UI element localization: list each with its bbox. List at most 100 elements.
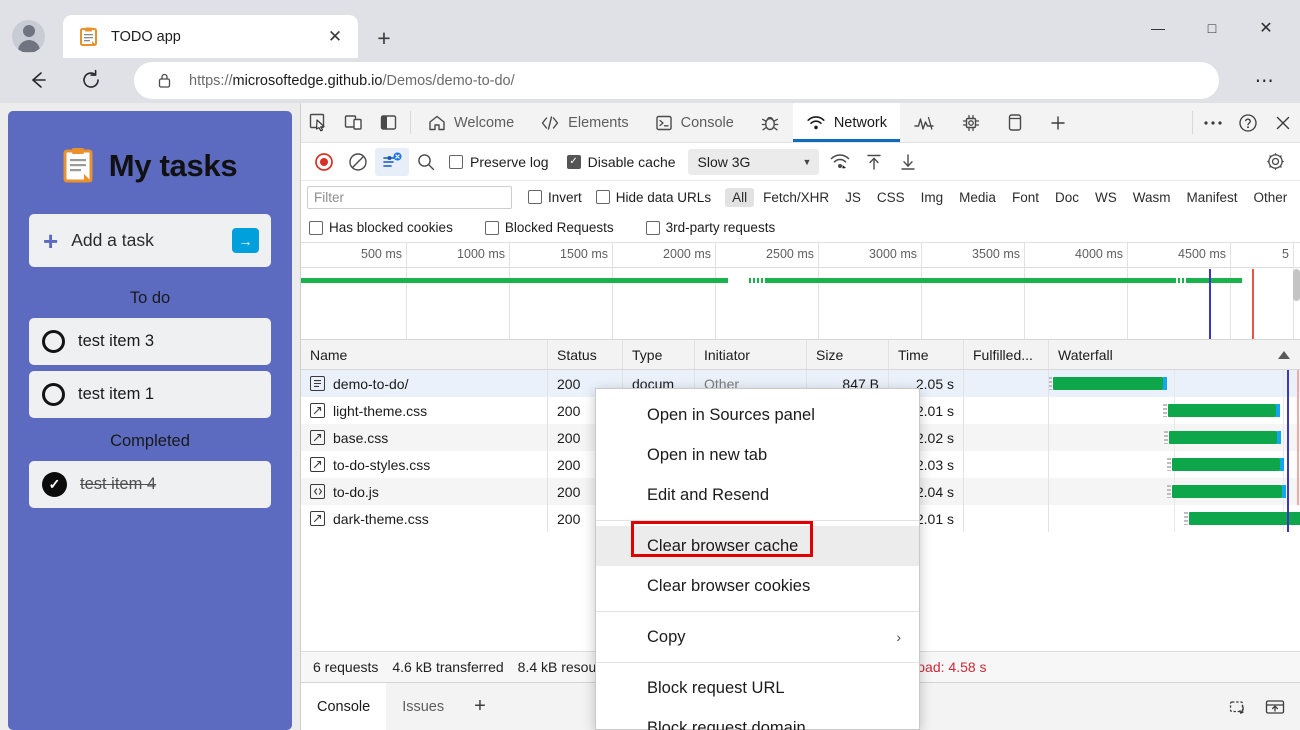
menu-item-clear-browser-cache[interactable]: Clear browser cache xyxy=(596,526,919,566)
overview-tick: 500 ms xyxy=(406,243,407,340)
checkbox-box[interactable] xyxy=(485,221,499,235)
column-header-size[interactable]: Size xyxy=(807,340,889,369)
type-filter-font[interactable]: Font xyxy=(1005,188,1046,207)
column-header-name[interactable]: Name xyxy=(301,340,548,369)
tab-application[interactable] xyxy=(994,103,1036,142)
browser-more-button[interactable]: ⋯ xyxy=(1248,66,1282,96)
tab-debugger[interactable] xyxy=(747,103,793,142)
add-task-row[interactable]: + Add a task → xyxy=(29,214,271,267)
checkbox-box[interactable] xyxy=(646,221,660,235)
disable-cache-checkbox[interactable]: ✓ Disable cache xyxy=(567,154,676,170)
preserve-log-checkbox[interactable]: Preserve log xyxy=(449,154,549,170)
window-maximize-button[interactable]: □ xyxy=(1190,13,1234,43)
third-party-requests-checkbox[interactable]: 3rd-party requests xyxy=(646,220,776,235)
address-bar[interactable]: https://microsoftedge.github.io/Demos/de… xyxy=(134,62,1219,99)
type-filter-other[interactable]: Other xyxy=(1247,188,1295,207)
type-filter-fetch-xhr[interactable]: Fetch/XHR xyxy=(756,188,836,207)
tab-elements[interactable]: Elements xyxy=(527,103,641,142)
tab-close-button[interactable]: ✕ xyxy=(322,24,348,50)
overview-scrollbar[interactable] xyxy=(1293,269,1300,301)
column-header-time[interactable]: Time xyxy=(889,340,964,369)
gear-icon[interactable] xyxy=(1258,148,1292,176)
menu-item-block-request-domain[interactable]: Block request domain xyxy=(596,708,919,730)
type-filter-doc[interactable]: Doc xyxy=(1048,188,1086,207)
type-filter-css[interactable]: CSS xyxy=(870,188,912,207)
type-filter-media[interactable]: Media xyxy=(952,188,1003,207)
filter-input[interactable]: Filter xyxy=(307,186,512,209)
menu-item-block-request-url[interactable]: Block request URL xyxy=(596,668,919,708)
device-toggle-icon[interactable] xyxy=(336,103,371,142)
task-checkbox-unchecked-icon[interactable] xyxy=(42,330,65,353)
import-har-icon[interactable] xyxy=(857,148,891,176)
request-name: to-do.js xyxy=(333,484,379,500)
menu-item-open-in-new-tab[interactable]: Open in new tab xyxy=(596,435,919,475)
window-close-button[interactable]: ✕ xyxy=(1244,13,1288,43)
window-minimize-button[interactable]: — xyxy=(1136,13,1180,43)
drawer-add-tab-button[interactable]: + xyxy=(460,683,500,730)
column-header-status[interactable]: Status xyxy=(548,340,623,369)
help-icon[interactable] xyxy=(1230,103,1265,142)
checkbox-box[interactable] xyxy=(528,190,542,204)
close-devtools-icon[interactable] xyxy=(1265,103,1300,142)
add-task-input[interactable]: Add a task xyxy=(71,230,232,251)
reload-button[interactable] xyxy=(73,62,109,98)
dock-bottom-icon[interactable] xyxy=(1260,692,1290,722)
add-task-submit-button[interactable]: → xyxy=(232,228,259,253)
menu-item-clear-browser-cookies[interactable]: Clear browser cookies xyxy=(596,566,919,606)
invert-checkbox[interactable]: Invert xyxy=(528,190,582,205)
screenshot-icon[interactable] xyxy=(1224,692,1254,722)
column-header-waterfall[interactable]: Waterfall xyxy=(1049,340,1300,369)
has-blocked-cookies-checkbox[interactable]: Has blocked cookies xyxy=(309,220,453,235)
checkbox-box[interactable]: ✓ xyxy=(567,155,581,169)
dock-side-icon[interactable] xyxy=(371,103,406,142)
column-header-initiator[interactable]: Initiator xyxy=(695,340,807,369)
cell-fulfilled xyxy=(964,397,1049,424)
profile-avatar[interactable] xyxy=(12,20,45,53)
task-checkbox-unchecked-icon[interactable] xyxy=(42,383,65,406)
throttling-dropdown[interactable]: Slow 3G ▼ xyxy=(688,149,820,175)
menu-item-open-in-sources-panel[interactable]: Open in Sources panel xyxy=(596,395,919,435)
type-filter-all[interactable]: All xyxy=(725,188,754,207)
hide-data-urls-checkbox[interactable]: Hide data URLs xyxy=(596,190,711,205)
browser-tab[interactable]: TODO app ✕ xyxy=(63,15,358,58)
blocked-requests-checkbox[interactable]: Blocked Requests xyxy=(485,220,614,235)
network-conditions-icon[interactable] xyxy=(823,148,857,176)
menu-item-edit-and-resend[interactable]: Edit and Resend xyxy=(596,475,919,515)
inspect-icon[interactable] xyxy=(301,103,336,142)
clear-button[interactable] xyxy=(341,148,375,176)
checkbox-box[interactable] xyxy=(596,190,610,204)
back-button[interactable] xyxy=(20,62,56,98)
record-button[interactable] xyxy=(307,148,341,176)
tab-performance[interactable] xyxy=(900,103,948,142)
more-options-icon[interactable] xyxy=(1195,103,1230,142)
type-filter-manifest[interactable]: Manifest xyxy=(1179,188,1244,207)
type-filter-img[interactable]: Img xyxy=(914,188,951,207)
stylesheet-icon xyxy=(310,430,325,445)
task-item[interactable]: test item 1 xyxy=(29,371,271,418)
filter-toggle-button[interactable] xyxy=(375,148,409,176)
checkbox-box[interactable] xyxy=(449,155,463,169)
more-tabs-plus-icon[interactable] xyxy=(1036,103,1080,142)
checkbox-box[interactable] xyxy=(309,221,323,235)
network-overview-timeline[interactable]: 500 ms 1000 ms 1500 ms 2000 ms 2500 ms 3… xyxy=(301,243,1300,340)
drawer-tab-console[interactable]: Console xyxy=(301,683,386,730)
type-filter-js[interactable]: JS xyxy=(838,188,868,207)
menu-item-copy[interactable]: Copy › xyxy=(596,617,919,657)
type-filter-wasm[interactable]: Wasm xyxy=(1126,188,1178,207)
drawer-tab-issues[interactable]: Issues xyxy=(386,683,460,730)
search-button[interactable] xyxy=(409,148,443,176)
sort-ascending-icon[interactable] xyxy=(1278,351,1290,359)
export-har-icon[interactable] xyxy=(891,148,925,176)
task-item-completed[interactable]: ✓ test item 4 xyxy=(29,461,271,508)
task-checkbox-checked-icon[interactable]: ✓ xyxy=(42,472,67,497)
column-header-type[interactable]: Type xyxy=(623,340,695,369)
tab-welcome[interactable]: Welcome xyxy=(415,103,527,142)
new-tab-button[interactable]: + xyxy=(369,23,399,53)
context-menu[interactable]: Open in Sources panel Open in new tab Ed… xyxy=(595,388,920,730)
column-header-fulfilled[interactable]: Fulfilled... xyxy=(964,340,1049,369)
type-filter-ws[interactable]: WS xyxy=(1088,188,1124,207)
tab-console[interactable]: Console xyxy=(642,103,747,142)
tab-network[interactable]: Network xyxy=(793,103,900,142)
tab-memory[interactable] xyxy=(948,103,994,142)
task-item[interactable]: test item 3 xyxy=(29,318,271,365)
